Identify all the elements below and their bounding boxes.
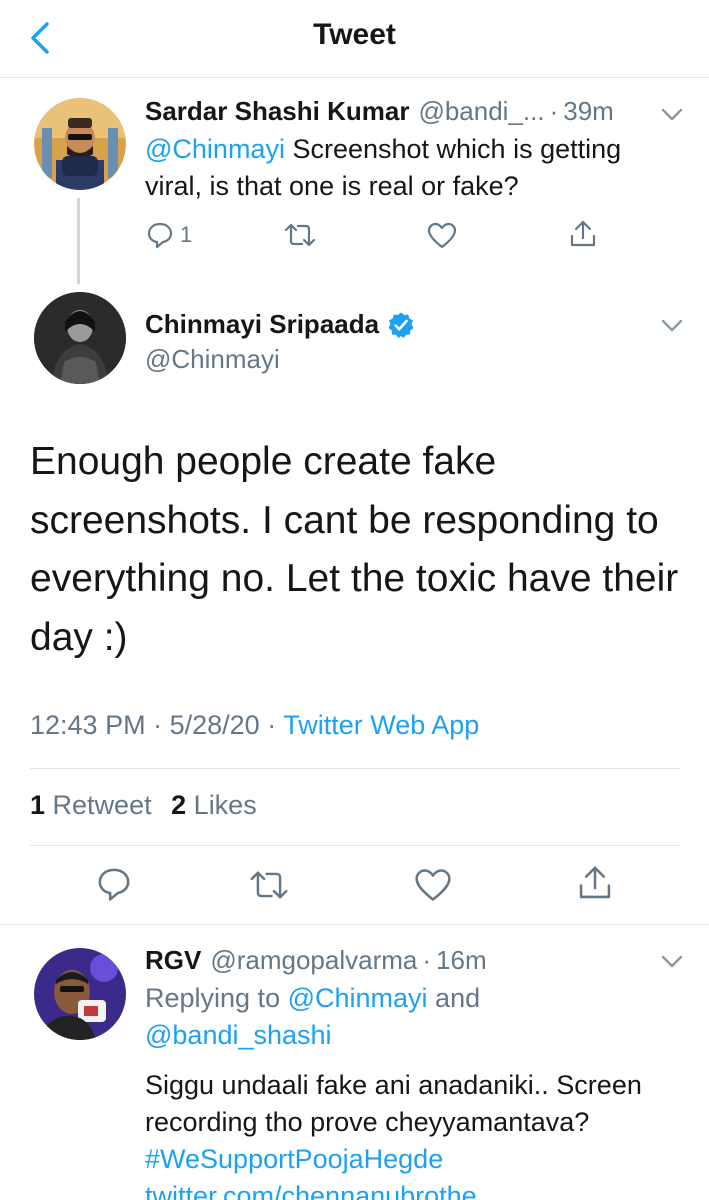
- mention-link[interactable]: @Chinmayi: [288, 983, 428, 1013]
- chevron-down-icon: [661, 955, 683, 968]
- like-label: Likes: [193, 790, 257, 820]
- tweet-time: 39m: [563, 96, 614, 126]
- parent-tweet-header: Sardar Shashi Kumar @bandi_... · 39m: [145, 96, 614, 127]
- retweet-count: 1: [30, 790, 46, 820]
- display-name[interactable]: RGV: [145, 945, 201, 976]
- reply-icon: [147, 222, 173, 249]
- page-title: Tweet: [313, 18, 396, 51]
- tweet-date: 5/28/20: [169, 710, 260, 740]
- hashtag-link[interactable]: #WeSupportPoojaHegde: [145, 1144, 443, 1174]
- avatar-photo: [34, 948, 126, 1040]
- like-button[interactable]: [427, 222, 457, 249]
- avatar-photo: [34, 292, 126, 384]
- handle[interactable]: @ramgopalvarma: [210, 945, 417, 976]
- reply-tweet-header: RGV @ramgopalvarma · 16m: [145, 945, 487, 976]
- tweet-options-button[interactable]: [658, 101, 686, 129]
- tweet-timestamp: 12:43 PM · 5/28/20 · Twitter Web App: [30, 710, 479, 741]
- chevron-down-icon: [661, 108, 683, 121]
- display-name[interactable]: Sardar Shashi Kumar: [145, 96, 409, 127]
- divider: [30, 768, 680, 769]
- handle[interactable]: @bandi_...: [418, 96, 544, 127]
- avatar-rgv[interactable]: [34, 948, 126, 1040]
- avatar-chinmayi[interactable]: [34, 292, 126, 384]
- retweet-icon: [284, 223, 316, 247]
- reply-button[interactable]: 1: [146, 221, 192, 249]
- main-tweet-author: Chinmayi Sripaada: [145, 309, 415, 340]
- retweet-label: Retweet: [52, 790, 152, 820]
- meta-separator: ·: [422, 945, 432, 975]
- likes-stat[interactable]: 2 Likes: [171, 790, 257, 820]
- retweet-button[interactable]: [248, 869, 290, 901]
- tweet-options-button[interactable]: [658, 948, 686, 976]
- meta-separator: ·: [153, 710, 163, 740]
- tweet-body: Siggu undaali fake ani anadaniki.. Scree…: [145, 1070, 642, 1137]
- divider: [0, 924, 709, 925]
- top-navigation-bar: Tweet: [0, 0, 709, 78]
- mention-link[interactable]: @Chinmayi: [145, 134, 285, 164]
- like-button[interactable]: [414, 868, 452, 902]
- tweet-source-link[interactable]: Twitter Web App: [283, 710, 479, 740]
- meta-separator: ·: [267, 710, 277, 740]
- reply-button[interactable]: [96, 866, 132, 902]
- main-tweet-handle: @Chinmayi: [145, 344, 280, 375]
- like-icon: [415, 869, 451, 901]
- verified-badge-icon: [388, 312, 414, 338]
- tweet-time: 12:43 PM: [30, 710, 146, 740]
- retweet-button[interactable]: [283, 222, 317, 248]
- handle[interactable]: @Chinmayi: [145, 344, 280, 375]
- mention-link[interactable]: @bandi_shashi: [145, 1020, 332, 1050]
- share-icon: [570, 220, 596, 247]
- divider: [30, 845, 680, 846]
- share-button[interactable]: [568, 219, 598, 249]
- parent-tweet-text: @Chinmayi Screenshot which is getting vi…: [145, 131, 685, 205]
- share-button[interactable]: [576, 864, 614, 902]
- main-tweet-text: Enough people create fake screenshots. I…: [30, 440, 679, 659]
- retweet-icon: [250, 871, 288, 899]
- thread-connector-line: [77, 198, 80, 284]
- reply-icon: [98, 868, 130, 901]
- reply-tweet-text: Siggu undaali fake ani anadaniki.. Scree…: [145, 1067, 690, 1200]
- display-name[interactable]: Chinmayi Sripaada: [145, 309, 379, 340]
- share-icon: [579, 866, 611, 899]
- replying-prefix: Replying to: [145, 983, 288, 1013]
- replying-and: and: [427, 983, 481, 1013]
- tweet-stats: 1 Retweet 2 Likes: [30, 790, 257, 821]
- reply-count: 1: [180, 222, 193, 247]
- replying-to-context: Replying to @Chinmayi and @bandi_shashi: [145, 980, 665, 1054]
- tweet-options-button[interactable]: [658, 312, 686, 340]
- avatar-illustration: [34, 98, 126, 190]
- meta-separator: ·: [549, 96, 559, 126]
- url-link[interactable]: twitter.com/chennanubrothe: [145, 1181, 477, 1200]
- like-count: 2: [171, 790, 187, 820]
- avatar-sardar[interactable]: [34, 98, 126, 190]
- like-icon: [427, 222, 457, 249]
- chevron-down-icon: [661, 319, 683, 332]
- retweets-stat[interactable]: 1 Retweet: [30, 790, 152, 820]
- tweet-time: 16m: [436, 945, 487, 975]
